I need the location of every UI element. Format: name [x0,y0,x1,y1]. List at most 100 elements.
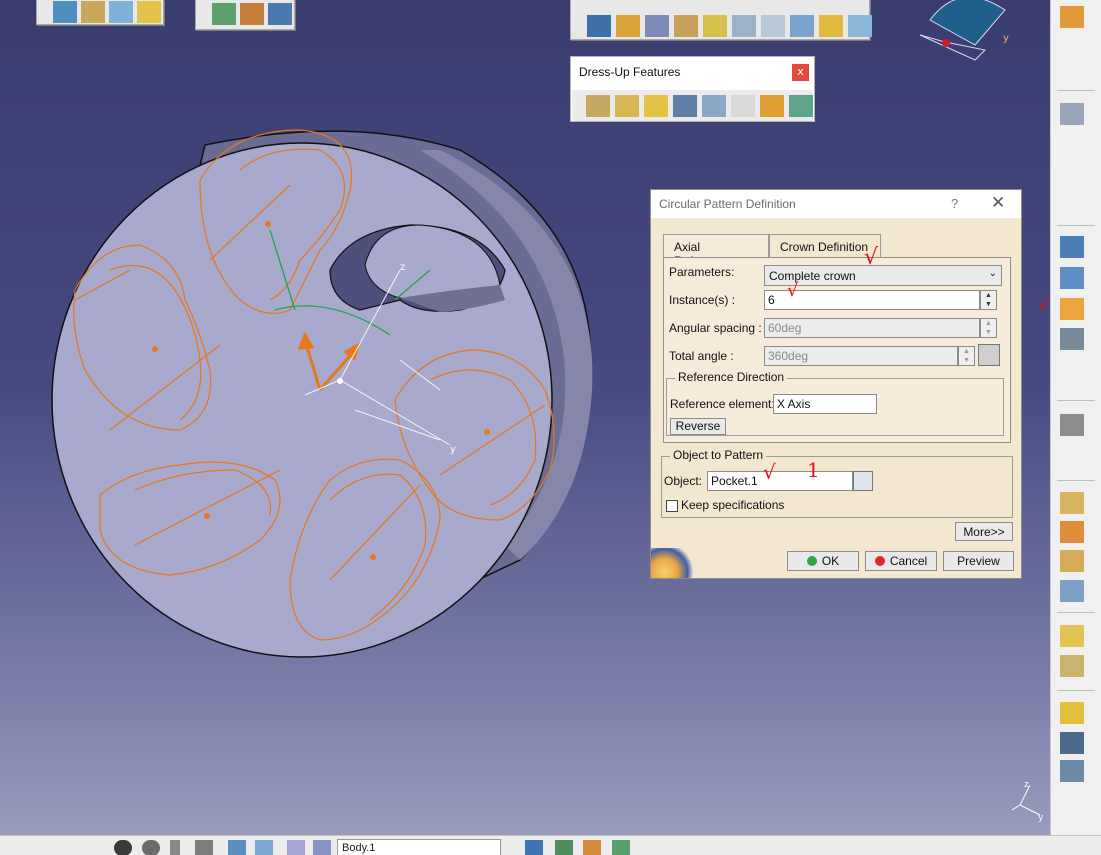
preview-button[interactable]: Preview [943,551,1014,571]
keep-specifications-label: Keep specifications [681,498,785,512]
rib-tool-icon[interactable] [732,15,756,37]
parameters-select[interactable]: Complete crown ⌄ [764,265,1002,286]
sketcher-icon[interactable] [1060,103,1084,125]
swap-visible-icon[interactable] [287,840,305,855]
stiffener-tool-icon[interactable] [790,15,814,37]
dressup-title: Dress-Up Features [579,65,681,79]
scale-icon[interactable] [1060,328,1084,350]
ok-button[interactable]: OK [787,551,859,571]
boolean-remove-icon[interactable] [1060,521,1084,543]
parameters-label: Parameters: [669,265,735,279]
dressup-close-button[interactable]: x [792,64,809,81]
zoom-icon[interactable] [195,840,213,855]
y-axis-label: y [450,444,456,455]
spin-down-icon: ▼ [963,357,970,364]
reference-element-input[interactable]: X Axis [773,394,877,414]
angular-spacing-input: 60deg [764,318,980,338]
thread-icon[interactable] [731,95,755,117]
render-style-icon[interactable] [313,840,331,855]
gear-icon[interactable] [1060,414,1084,436]
spin-up-icon: ▲ [963,348,970,355]
ok-icon [806,556,817,566]
keep-specifications-checkbox[interactable] [666,500,678,512]
rotate-icon[interactable] [142,840,160,855]
tree-icon[interactable] [268,3,292,25]
normal-view-icon[interactable] [170,840,180,855]
annotation-check-instances: √ [787,280,799,301]
bottom-toolbar: Body.1 [0,835,1101,855]
annotation-check-parameters: √ [864,245,879,270]
more-button[interactable]: More>> [955,522,1013,541]
object-label: Object: [664,474,703,488]
spin-down-icon[interactable]: ▼ [981,300,996,309]
assembly-icon[interactable] [212,3,236,25]
reference-element-label: Reference element: [670,397,775,411]
cancel-button[interactable]: Cancel [865,551,937,571]
shaft-tool-icon[interactable] [645,15,669,37]
split-icon[interactable] [109,1,133,23]
dialog-title: Circular Pattern Definition [659,197,796,211]
fly-mode-icon[interactable] [114,840,132,855]
top-toolbar-2 [195,0,295,30]
slot-tool-icon[interactable] [761,15,785,37]
object-input[interactable]: Pocket.1 [707,471,853,491]
total-angle-label: Total angle : [669,349,734,363]
measure-icon[interactable] [1060,702,1084,724]
chevron-down-icon: ⌄ [988,268,997,279]
remove-loft-tool-icon[interactable] [848,15,872,37]
view-icon[interactable] [228,840,246,855]
mirror-icon[interactable] [1060,236,1084,258]
groove-tool-icon[interactable] [674,15,698,37]
object-selector-icon[interactable] [853,471,873,491]
rectangular-pattern-icon[interactable] [1060,267,1084,289]
replace-face-icon[interactable] [789,95,813,117]
part-design-icon[interactable] [583,840,601,855]
update-icon[interactable] [525,840,543,855]
chamfer-icon[interactable] [615,95,639,117]
constraint-icon[interactable] [555,840,573,855]
boolean-add-icon[interactable] [1060,492,1084,514]
reverse-button[interactable]: Reverse [670,418,726,435]
angular-spacing-label: Angular spacing : [669,321,762,335]
help-button[interactable]: ? [951,196,958,211]
shell-icon[interactable] [673,95,697,117]
triad-y-label: y [1038,813,1044,823]
workbench-icon[interactable] [1060,6,1084,28]
publish-icon[interactable] [240,3,264,25]
circular-pattern-icon[interactable] [1060,298,1084,320]
dialog-titlebar: Circular Pattern Definition ? ✕ [651,190,1021,218]
pad-tool-icon[interactable] [587,15,611,37]
circular-pattern-dialog: Circular Pattern Definition ? ✕ Axial Re… [650,189,1022,579]
feature-icon[interactable] [137,1,161,23]
parameters-value: Complete crown [769,269,856,283]
hide-show-icon[interactable] [255,840,273,855]
hole-tool-icon[interactable] [703,15,727,37]
spin-up-icon: ▲ [985,320,992,327]
instances-spinner[interactable]: ▲ ▼ [980,290,997,310]
draft-icon[interactable] [644,95,668,117]
pad-icon[interactable] [53,1,77,23]
tab-axial-reference[interactable]: Axial Reference [663,234,769,268]
formula-icon[interactable] [978,344,1000,366]
total-angle-input: 360deg [764,346,958,366]
thickness-icon[interactable] [702,95,726,117]
remove-face-icon[interactable] [760,95,784,117]
union-trim-icon[interactable] [1060,580,1084,602]
plane-icon[interactable] [1060,625,1084,647]
dialog-close-button[interactable]: ✕ [991,193,1005,213]
axial-reference-panel: Parameters: Complete crown ⌄ Instance(s)… [663,257,1011,443]
z-axis-label: z [400,262,405,273]
body-select[interactable]: Body.1 [337,839,501,855]
edge-fillet-icon[interactable] [586,95,610,117]
loft-tool-icon[interactable] [819,15,843,37]
analysis-icon[interactable] [1060,760,1084,782]
surface-icon[interactable] [81,1,105,23]
object-to-pattern-legend: Object to Pattern [670,448,767,462]
point-icon[interactable] [1060,655,1084,677]
apply-material-icon[interactable] [1060,732,1084,754]
pocket-tool-icon[interactable] [616,15,640,37]
cancel-label: Cancel [889,554,928,568]
boolean-intersect-icon[interactable] [1060,550,1084,572]
catalog-icon[interactable] [612,840,630,855]
spin-up-icon[interactable]: ▲ [981,291,996,300]
